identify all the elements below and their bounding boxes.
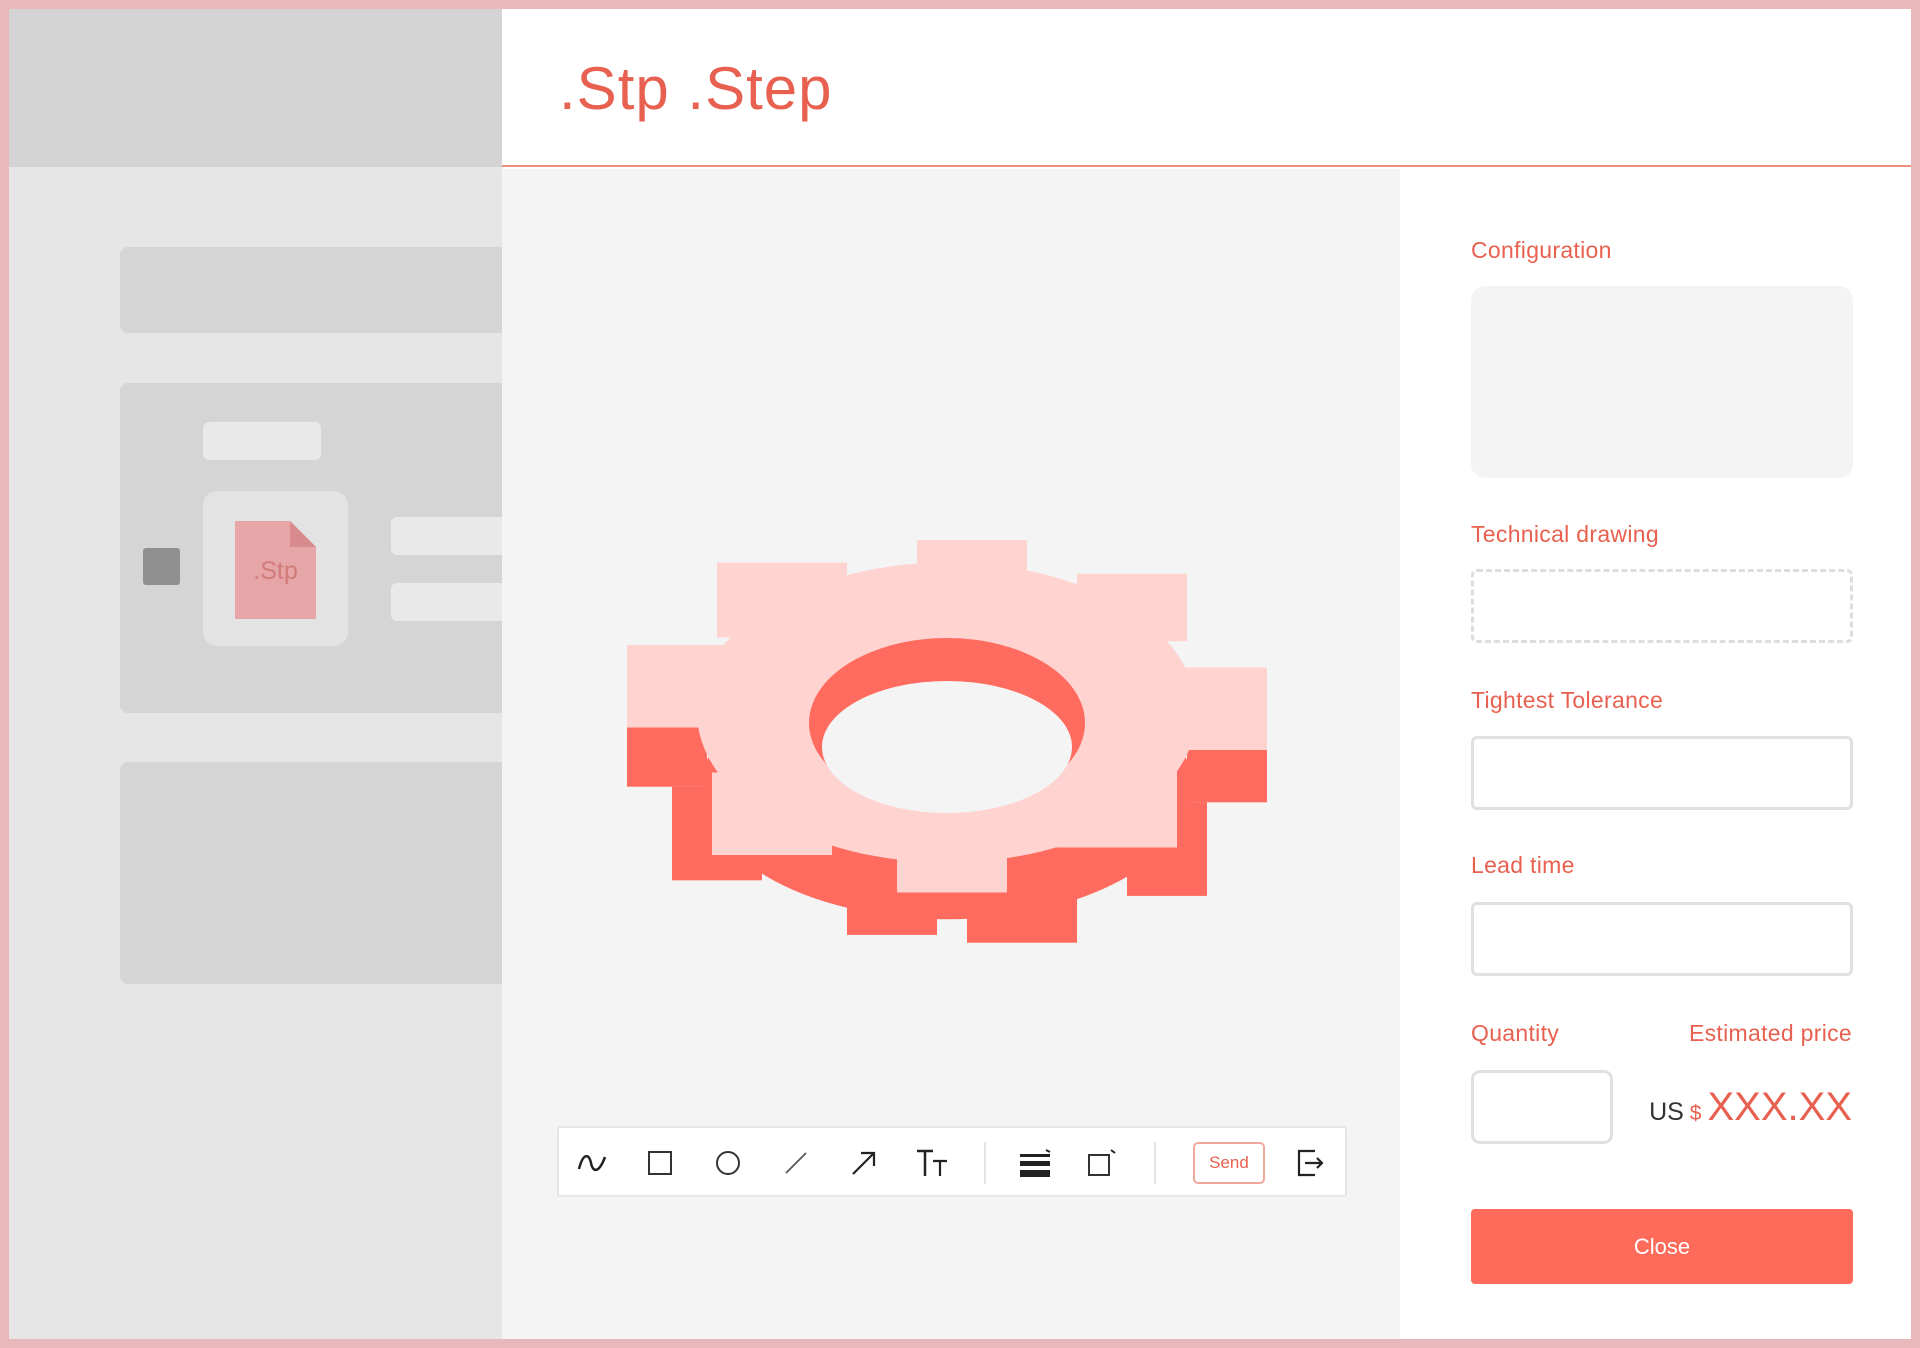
text-icon[interactable] bbox=[911, 1142, 953, 1184]
toolbar-divider bbox=[1154, 1142, 1156, 1184]
details-panel: Configuration Technical drawing Tightest… bbox=[1400, 169, 1911, 1339]
tightest-tolerance-input[interactable] bbox=[1471, 736, 1853, 810]
lead-time-input[interactable] bbox=[1471, 902, 1853, 976]
rectangle-icon[interactable] bbox=[639, 1142, 681, 1184]
app-frame: .Stp .Stp .Step Send Configuration Techn… bbox=[9, 9, 1911, 1339]
exit-icon[interactable] bbox=[1289, 1142, 1331, 1184]
price-amount: XXX.XX bbox=[1707, 1085, 1852, 1129]
quantity-label: Quantity bbox=[1471, 1020, 1560, 1046]
fill-icon[interactable] bbox=[1081, 1142, 1123, 1184]
background-checkbox bbox=[143, 548, 180, 585]
circle-icon[interactable] bbox=[707, 1142, 749, 1184]
file-type-label: .Stp bbox=[253, 557, 298, 585]
modal-header: .Stp .Step bbox=[502, 9, 1911, 167]
technical-drawing-dropzone[interactable] bbox=[1471, 569, 1853, 643]
configuration-field[interactable] bbox=[1471, 286, 1853, 478]
annotation-toolbar: Send bbox=[557, 1126, 1347, 1197]
freehand-icon[interactable] bbox=[571, 1142, 613, 1184]
toolbar-divider bbox=[984, 1142, 986, 1184]
tightest-tolerance-label: Tightest Tolerance bbox=[1471, 687, 1664, 713]
technical-drawing-label: Technical drawing bbox=[1471, 521, 1659, 547]
line-icon[interactable] bbox=[775, 1142, 817, 1184]
background-pill bbox=[203, 422, 321, 460]
send-button[interactable]: Send bbox=[1193, 1142, 1265, 1184]
estimated-price-label: Estimated price bbox=[1688, 1020, 1852, 1046]
price-symbol: $ bbox=[1689, 1102, 1702, 1125]
modal-title: .Stp .Step bbox=[559, 55, 833, 122]
model-viewer[interactable]: Send bbox=[502, 169, 1400, 1339]
close-button[interactable]: Close bbox=[1471, 1209, 1853, 1284]
estimated-price-value: US $ XXX.XX bbox=[1649, 1085, 1852, 1130]
arrow-icon[interactable] bbox=[843, 1142, 885, 1184]
stroke-weight-icon[interactable] bbox=[1014, 1142, 1056, 1184]
file-preview-modal: .Stp .Step Send Configuration Technical … bbox=[502, 9, 1911, 1339]
lead-time-label: Lead time bbox=[1471, 852, 1575, 878]
gear-model[interactable] bbox=[627, 525, 1267, 985]
configuration-label: Configuration bbox=[1471, 237, 1612, 263]
price-currency: US bbox=[1649, 1098, 1684, 1126]
quantity-input[interactable] bbox=[1471, 1070, 1613, 1144]
